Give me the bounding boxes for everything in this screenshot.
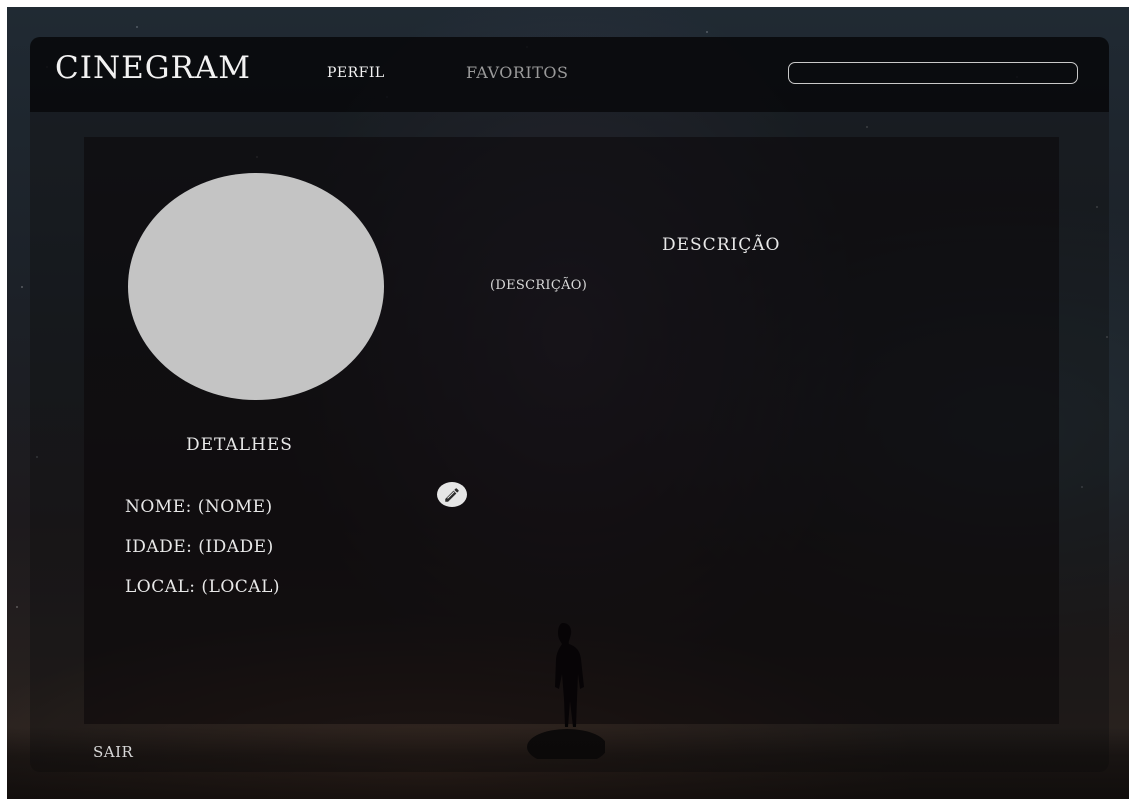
avatar-placeholder[interactable] [128, 173, 384, 400]
detail-location: LOCAL: (LOCAL) [125, 577, 280, 597]
nav-profile-link[interactable]: PERFIL [327, 66, 385, 80]
detail-age: IDADE: (IDADE) [125, 537, 274, 557]
description-heading: DESCRIÇÃO [662, 235, 781, 255]
pencil-icon [445, 487, 459, 502]
details-heading: DETALHES [186, 435, 293, 455]
detail-name: NOME: (NOME) [125, 497, 273, 517]
app-background: CINEGRAM PERFIL FAVORITOS DETALHES NOME:… [7, 7, 1129, 799]
top-navbar: CINEGRAM PERFIL FAVORITOS [30, 37, 1109, 112]
edit-profile-button[interactable] [437, 482, 467, 507]
profile-panel: DETALHES NOME: (NOME) IDADE: (IDADE) LOC… [84, 137, 1059, 724]
nav-favorites-link[interactable]: FAVORITOS [466, 65, 568, 81]
search-input[interactable] [788, 62, 1078, 84]
description-text: (DESCRIÇÃO) [490, 278, 588, 293]
logout-link[interactable]: SAIR [93, 745, 133, 760]
app-logo[interactable]: CINEGRAM [55, 53, 251, 84]
ground-horizon [7, 727, 1129, 799]
